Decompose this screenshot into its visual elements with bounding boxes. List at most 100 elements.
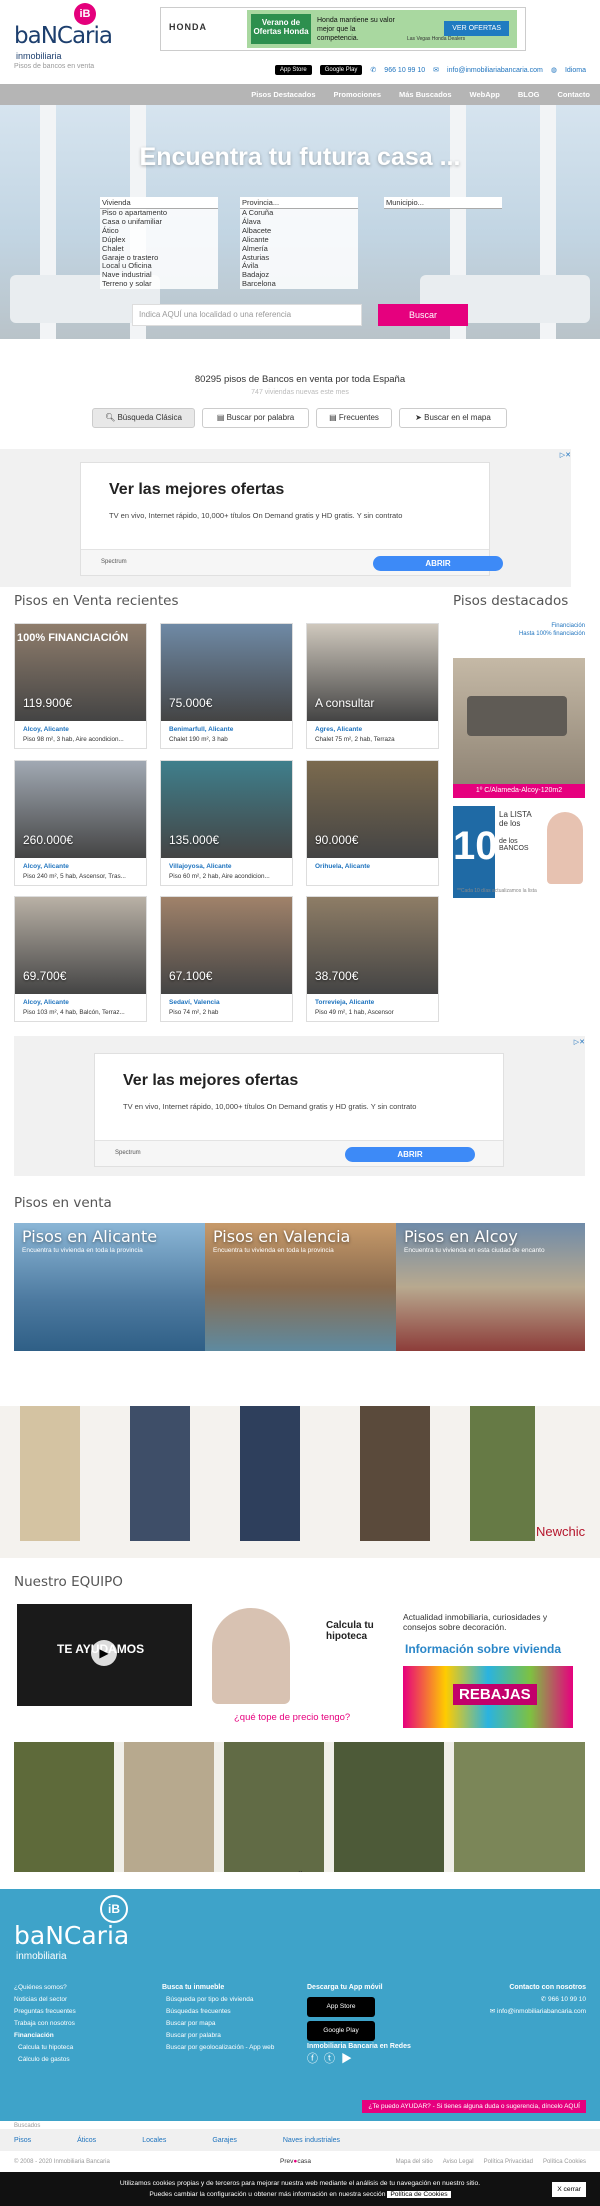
property-card[interactable]: 100% FINANCIACIÓN 119.900€ Alcoy, Alicante… bbox=[14, 623, 147, 749]
facebook-icon[interactable]: ⓕ bbox=[307, 2053, 324, 2065]
featured-notes: Financiación Hasta 100% financiación bbox=[453, 622, 585, 638]
footer-col-contact: Contacto con nosotros ✆ 966 10 99 10 ✉ i… bbox=[490, 1982, 586, 2018]
site-logo[interactable]: iB baNCaria inmobiliaria bbox=[14, 3, 113, 61]
property-card[interactable]: 69.700€ Alcoy, Alicante Piso 103 m², 4 hab… bbox=[14, 896, 147, 1022]
select-option[interactable]: Barcelona bbox=[242, 279, 356, 289]
spectrum-ad[interactable]: Ver las mejores ofertas TV en vivo, Inte… bbox=[94, 1053, 504, 1167]
hipoteca-banner[interactable]: Calcula tu hipoteca ¿qué tope de precio … bbox=[208, 1604, 388, 1732]
property-card[interactable]: A consultar Agres, Alicante Chalet 75 m², … bbox=[306, 623, 439, 749]
property-location: Torrevieja, Alicante bbox=[315, 999, 375, 1006]
search-input[interactable]: Indica AQUÍ una localidad o una referenc… bbox=[132, 304, 362, 326]
rebajas-banner[interactable]: REBAJAS bbox=[403, 1666, 573, 1728]
footer-link[interactable]: Financiación bbox=[14, 2030, 76, 2042]
property-info: Piso 60 m², 2 hab, Aire acondicion... bbox=[169, 873, 270, 880]
property-card[interactable]: 75.000€ Benimarfull, Alicante Chalet 190 m… bbox=[160, 623, 293, 749]
footer-link[interactable]: Calcula tu hipoteca bbox=[14, 2042, 76, 2054]
provincia-select[interactable]: Provincia... A Coruña Álava Albacete Alican… bbox=[240, 197, 358, 307]
searched-link[interactable]: Pisos bbox=[14, 2137, 31, 2144]
nav-item[interactable]: Pisos Destacados bbox=[251, 90, 315, 99]
footer-link[interactable]: Preguntas frecuentes bbox=[14, 2006, 76, 2018]
team-title: Nuestro EQUIPO bbox=[14, 1574, 123, 1590]
nav-item[interactable]: WebApp bbox=[470, 90, 500, 99]
legal-link[interactable]: Política Cookies bbox=[543, 2159, 586, 2165]
city-valencia[interactable]: Pisos en Valencia Encuentra tu vivienda … bbox=[205, 1223, 396, 1351]
cookie-close-button[interactable]: X cerrar bbox=[552, 2182, 586, 2197]
property-card[interactable]: 260.000€ Alcoy, Alicante Piso 240 m², 5 ha… bbox=[14, 760, 147, 886]
nav-item[interactable]: BLOG bbox=[518, 90, 540, 99]
nav-item[interactable]: Promociones bbox=[334, 90, 382, 99]
property-card[interactable]: 38.700€ Torrevieja, Alicante Piso 49 m², 1… bbox=[306, 896, 439, 1022]
lista-bancos-banner[interactable]: 10 La LISTA de los de los BANCOS **Cada … bbox=[453, 806, 585, 898]
top-ad-banner[interactable]: HONDA Verano de Ofertas Honda Honda mant… bbox=[160, 7, 526, 51]
footer-link[interactable]: Búsqueda por tipo de vivienda bbox=[166, 1994, 274, 2006]
footer-link[interactable]: Buscar por geolocalización - App web bbox=[166, 2042, 274, 2054]
footer-link[interactable]: Buscar por mapa bbox=[166, 2018, 274, 2030]
city-name: Pisos en Valencia bbox=[213, 1227, 351, 1246]
play-icon[interactable]: ▶ bbox=[91, 1640, 117, 1666]
header-phone[interactable]: 966 10 99 10 bbox=[384, 67, 425, 74]
searched-link[interactable]: Locales bbox=[142, 2137, 166, 2144]
footer-col-title: Busca tu inmueble bbox=[162, 1984, 225, 1991]
tab-buscar-palabra[interactable]: ▤ Buscar por palabra bbox=[202, 408, 309, 428]
app-store-badge[interactable]: App Store bbox=[275, 65, 312, 75]
dress-image bbox=[224, 1742, 324, 1872]
footer-google-play[interactable]: Google Play bbox=[307, 2021, 375, 2041]
property-card[interactable]: 67.100€ Sedaví, Valencia Piso 74 m², 2 hab bbox=[160, 896, 293, 1022]
footer-link[interactable]: Búsquedas frecuentes bbox=[166, 2006, 274, 2018]
searched-link[interactable]: Áticos bbox=[77, 2137, 96, 2144]
ad-abrir-button[interactable]: ABRIR bbox=[373, 556, 503, 571]
prevocasa-logo[interactable]: Prev●casa bbox=[280, 2158, 311, 2165]
adchoices-icon[interactable]: ▷✕ bbox=[574, 1038, 585, 1046]
team-video[interactable]: TE AYUDAMOS ▶ bbox=[17, 1604, 192, 1706]
footer-email[interactable]: ✉ info@inmobiliariabancaria.com bbox=[490, 2006, 586, 2018]
nav-item[interactable]: Más Buscados bbox=[399, 90, 452, 99]
chevron-down-icon[interactable]: ⌄ bbox=[297, 1866, 304, 1872]
municipio-select[interactable]: Municipio... bbox=[384, 197, 502, 209]
searched-link[interactable]: Naves industriales bbox=[283, 2137, 340, 2144]
legal-link[interactable]: Política Privacidad bbox=[484, 2159, 533, 2165]
footer-link[interactable]: Trabaja con nosotros bbox=[14, 2018, 76, 2030]
cookie-policy-link[interactable]: Política de Cookies bbox=[387, 2191, 451, 2198]
header-email[interactable]: info@inmobiliariabancaria.com bbox=[447, 67, 543, 74]
footer-link[interactable]: ¿Quiénes somos? bbox=[14, 1982, 76, 1994]
featured-property[interactable]: 1º C/Alameda-Alcoy-120m2 bbox=[453, 658, 585, 798]
footer-logo-text[interactable]: baNCaria bbox=[14, 1921, 129, 1950]
footer-link[interactable]: Noticias del sector bbox=[14, 1994, 76, 2006]
legal-link[interactable]: Mapa del sitio bbox=[396, 2159, 433, 2165]
help-button[interactable]: ¿Te puedo AYUDAR? - Si tienes alguna dud… bbox=[362, 2100, 586, 2113]
spectrum-ad[interactable]: Ver las mejores ofertas TV en vivo, Inte… bbox=[80, 462, 503, 576]
legal-link[interactable]: Aviso Legal bbox=[443, 2159, 474, 2165]
ver-ofertas-button[interactable]: VER OFERTAS bbox=[444, 21, 509, 36]
social-icons[interactable]: ⓕⓣ▶ bbox=[307, 2053, 411, 2065]
pants-image bbox=[130, 1406, 190, 1541]
property-card[interactable]: 135.000€ Villajoyosa, Alicante Piso 60 m²,… bbox=[160, 760, 293, 886]
property-card[interactable]: 90.000€ Orihuela, Alicante bbox=[306, 760, 439, 886]
tipo-select[interactable]: Vivienda Piso o apartamento Casa o unifam… bbox=[100, 197, 218, 307]
select-option[interactable]: Asturias bbox=[242, 253, 356, 263]
nav-item[interactable]: Contacto bbox=[558, 90, 591, 99]
cookie-text: Utilizamos cookies propias y de terceros… bbox=[119, 2180, 481, 2187]
tab-frecuentes[interactable]: ▤ Frecuentes bbox=[316, 408, 392, 428]
select-option[interactable]: Casa o unifamiliar bbox=[102, 217, 216, 227]
globe-icon: ◍ bbox=[550, 67, 557, 74]
fashion-ad[interactable]: ⌄ bbox=[14, 1742, 585, 1872]
youtube-icon[interactable]: ▶ bbox=[341, 2053, 358, 2065]
search-button[interactable]: Buscar bbox=[378, 304, 468, 326]
city-alicante[interactable]: Pisos en Alicante Encuentra tu vivienda … bbox=[14, 1223, 205, 1351]
twitter-icon[interactable]: ⓣ bbox=[324, 2053, 341, 2065]
footer-link[interactable]: Buscar por palabra bbox=[166, 2030, 274, 2042]
google-play-badge[interactable]: Google Play bbox=[319, 65, 363, 75]
footer-link[interactable]: Cálculo de gastos bbox=[14, 2054, 76, 2066]
footer-phone[interactable]: ✆ 966 10 99 10 bbox=[490, 1994, 586, 2006]
select-option[interactable]: Terreno y solar bbox=[102, 279, 216, 289]
info-title[interactable]: Información sobre vivienda bbox=[405, 1642, 561, 1656]
searched-link[interactable]: Garajes bbox=[212, 2137, 237, 2144]
adchoices-icon[interactable]: ▷✕ bbox=[560, 451, 571, 459]
tab-mapa[interactable]: ➤ Buscar en el mapa bbox=[399, 408, 507, 428]
footer-app-store[interactable]: App Store bbox=[307, 1997, 375, 2017]
ad-abrir-button[interactable]: ABRIR bbox=[345, 1147, 475, 1162]
language-selector[interactable]: Idioma bbox=[565, 67, 586, 74]
tab-busqueda-clasica[interactable]: 🔍︎ Búsqueda Clásica bbox=[92, 408, 195, 428]
fashion-ad[interactable]: Newchic bbox=[0, 1406, 600, 1558]
city-alcoy[interactable]: Pisos en Alcoy Encuentra tu vivienda en … bbox=[396, 1223, 585, 1351]
